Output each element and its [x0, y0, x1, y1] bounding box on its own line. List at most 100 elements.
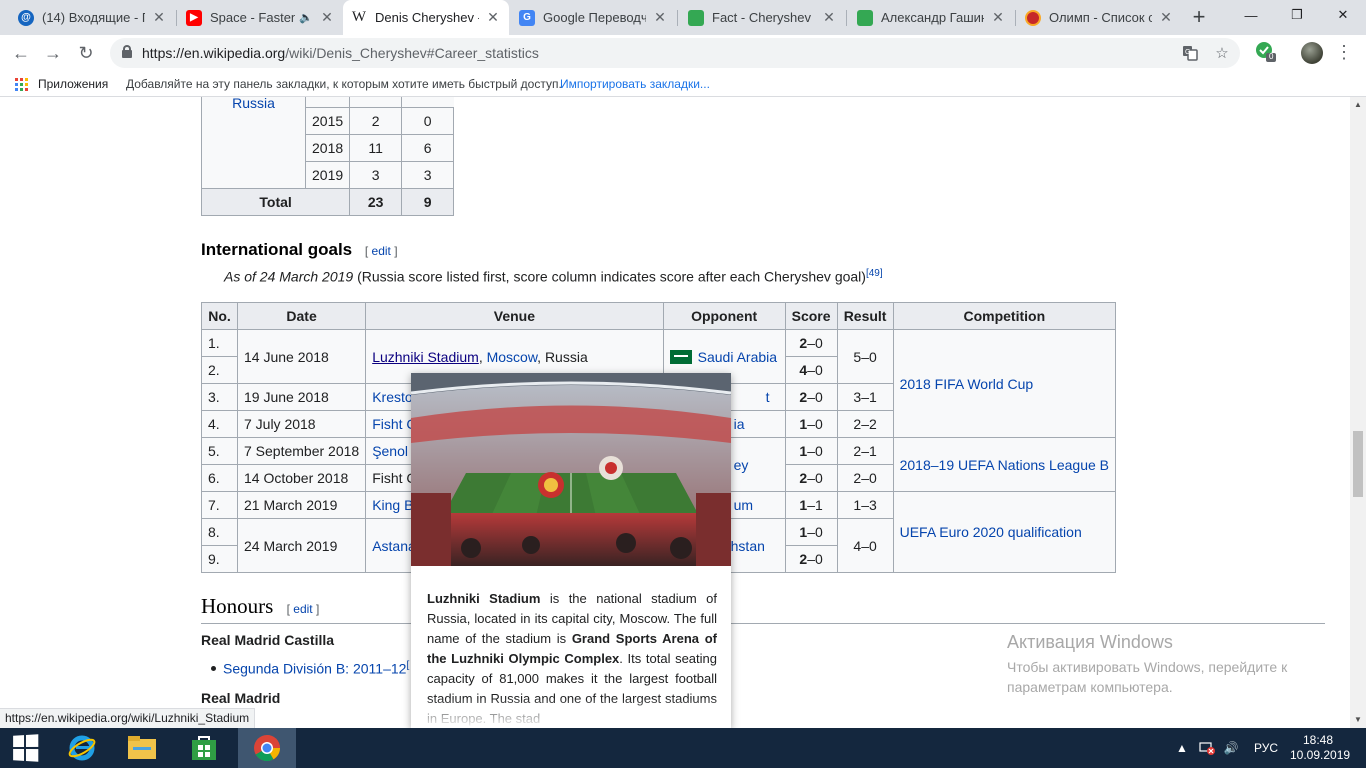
competition-link[interactable]: 2018 FIFA World Cup — [900, 376, 1034, 392]
venue-link-luzhniki[interactable]: Luzhniki Stadium — [372, 349, 479, 365]
opponent-link[interactable]: Saudi Arabia — [698, 349, 777, 365]
venue-link[interactable]: Kresto — [372, 389, 412, 405]
international-goals-heading: International goals [ edit ] — [201, 240, 398, 259]
new-tab-button[interactable]: + — [1186, 5, 1212, 31]
scroll-down-arrow-icon[interactable]: ▼ — [1350, 712, 1366, 728]
score-cell: 2–0 — [784, 545, 838, 573]
network-warning-icon[interactable] — [1196, 728, 1218, 768]
result-cell: 2–2 — [836, 410, 894, 438]
import-bookmarks-link[interactable]: Импортировать закладки... — [560, 77, 710, 91]
clock[interactable]: 18:48 10.09.2019 — [1290, 733, 1351, 763]
col-header-competition: Competition — [892, 302, 1117, 330]
close-window-button[interactable]: ✕ — [1320, 0, 1366, 30]
store-icon[interactable] — [180, 728, 228, 768]
result-cell: 2–0 — [836, 464, 894, 492]
file-explorer-icon[interactable] — [118, 728, 166, 768]
competition-link[interactable]: UEFA Euro 2020 qualification — [900, 524, 1082, 540]
goal-number: 9. — [201, 545, 238, 573]
competition-cell: 2018–19 UEFA Nations League B — [892, 437, 1117, 492]
tab-close-icon[interactable]: ✕ — [821, 9, 837, 26]
tab-close-icon[interactable]: ✕ — [151, 9, 167, 26]
speaker-icon[interactable]: 🔈 — [299, 11, 313, 24]
year-cell — [304, 97, 351, 108]
date-cell: 14 October 2018 — [236, 464, 367, 492]
goals-cell: 0 — [401, 107, 455, 135]
reference-link[interactable]: [49] — [866, 268, 883, 279]
venue-link[interactable]: King B — [372, 497, 413, 513]
goal-number: 1. — [201, 329, 238, 357]
venue-link[interactable]: Astana — [372, 538, 416, 554]
honour-link[interactable]: Segunda División B: 2011–12 — [223, 661, 406, 677]
honours-heading: Honours [ edit ] — [201, 594, 1325, 624]
google-translate-icon: G — [519, 9, 535, 26]
forward-button[interactable]: → — [39, 39, 67, 67]
tab-translate[interactable]: G Google Переводчик ✕ — [511, 0, 676, 35]
total-apps: 23 — [349, 188, 403, 216]
tab-olimp[interactable]: Олимп - Список сп ✕ — [1017, 0, 1182, 35]
year-cell: 2015 — [304, 107, 351, 135]
team-link[interactable]: Russia — [232, 97, 275, 111]
tab-sheets-fact[interactable]: Fact - Cheryshev 6 г ✕ — [680, 0, 845, 35]
clock-date: 10.09.2019 — [1290, 748, 1351, 762]
venue-link[interactable]: Şenol — [372, 443, 408, 459]
stadium-photo[interactable] — [411, 373, 731, 566]
bookmark-star-icon[interactable]: ☆ — [1212, 43, 1232, 63]
language-indicator[interactable]: РУС — [1248, 728, 1284, 768]
total-goals: 9 — [401, 188, 455, 216]
tab-wikipedia[interactable]: W Denis Cheryshev - W ✕ — [343, 0, 509, 35]
scroll-thumb[interactable] — [1353, 431, 1363, 497]
address-bar[interactable]: https://en.wikipedia.org/wiki/Denis_Cher… — [110, 38, 1240, 68]
tray-overflow-icon[interactable]: ▲ — [1172, 728, 1192, 768]
edit-link[interactable]: edit — [293, 602, 312, 616]
venue-link[interactable]: Fisht C — [372, 416, 416, 432]
back-button[interactable]: ← — [7, 39, 35, 67]
edit-link[interactable]: edit — [372, 244, 391, 258]
col-header-opponent: Opponent — [662, 302, 786, 330]
volume-icon[interactable]: 🔊 — [1220, 728, 1242, 768]
restore-button[interactable]: ❐ — [1274, 0, 1320, 30]
tab-close-icon[interactable]: ✕ — [485, 9, 501, 26]
bookmarks-bar: Приложения Добавляйте на эту панель закл… — [0, 71, 1366, 97]
preview-fade — [411, 698, 731, 728]
reference-link[interactable]: [ — [406, 660, 409, 671]
link-status-bubble: https://en.wikipedia.org/wiki/Luzhniki_S… — [0, 708, 256, 728]
start-button[interactable] — [0, 728, 50, 768]
tab-sheets-gashin[interactable]: Александр Гашин ✕ — [849, 0, 1014, 35]
honours-club-heading: Real Madrid Castilla — [201, 632, 335, 648]
scroll-up-arrow-icon[interactable]: ▲ — [1350, 97, 1366, 113]
apps-grid-icon[interactable] — [15, 78, 28, 91]
translate-page-icon[interactable]: G — [1180, 43, 1200, 63]
date-cell: 14 June 2018 — [236, 329, 367, 384]
chrome-taskbar-icon[interactable] — [238, 728, 296, 768]
browser-toolbar: ← → ↻ https://en.wikipedia.org/wiki/Deni… — [0, 35, 1366, 71]
tab-youtube[interactable]: ▶ Space - Fasten 🔈 ✕ — [178, 0, 343, 35]
tab-mail[interactable]: @ (14) Входящие - По ✕ — [10, 0, 175, 35]
profile-avatar[interactable] — [1301, 42, 1323, 64]
minimize-button[interactable]: — — [1228, 0, 1274, 30]
goal-number: 3. — [201, 383, 238, 411]
apps-link[interactable]: Приложения — [38, 77, 108, 91]
venue-text: Fisht C — [372, 470, 417, 486]
menu-kebab-icon[interactable]: ⋮ — [1334, 41, 1354, 65]
tab-close-icon[interactable]: ✕ — [990, 9, 1006, 26]
tab-close-icon[interactable]: ✕ — [1158, 9, 1174, 26]
goal-number: 2. — [201, 356, 238, 384]
page-scrollbar[interactable]: ▲ ▼ — [1350, 97, 1366, 728]
honours-club-heading: Real Madrid — [201, 690, 281, 706]
bookmarks-hint: Добавляйте на эту панель закладки, к кот… — [126, 77, 562, 91]
lock-icon[interactable] — [122, 45, 132, 58]
competition-link[interactable]: 2018–19 UEFA Nations League B — [900, 457, 1109, 473]
apps-cell: 11 — [349, 134, 403, 162]
city-link-moscow[interactable]: Moscow — [487, 349, 538, 365]
page-preview-card[interactable]: Luzhniki Stadium is the national stadium… — [411, 373, 731, 728]
reload-button[interactable]: ↻ — [72, 39, 100, 67]
tab-close-icon[interactable]: ✕ — [652, 9, 668, 26]
internet-explorer-icon[interactable] — [58, 728, 106, 768]
year-cell: 2019 — [304, 161, 351, 189]
apps-cell: 3 — [349, 161, 403, 189]
tab-close-icon[interactable]: ✕ — [319, 9, 335, 26]
extension-shield-icon[interactable]: 0 — [1255, 41, 1277, 63]
windows-taskbar: ▲ 🔊 РУС 18:48 10.09.2019 — [0, 728, 1366, 768]
url-text[interactable]: https://en.wikipedia.org/wiki/Denis_Cher… — [142, 45, 539, 61]
score-cell: 2–0 — [784, 464, 838, 492]
